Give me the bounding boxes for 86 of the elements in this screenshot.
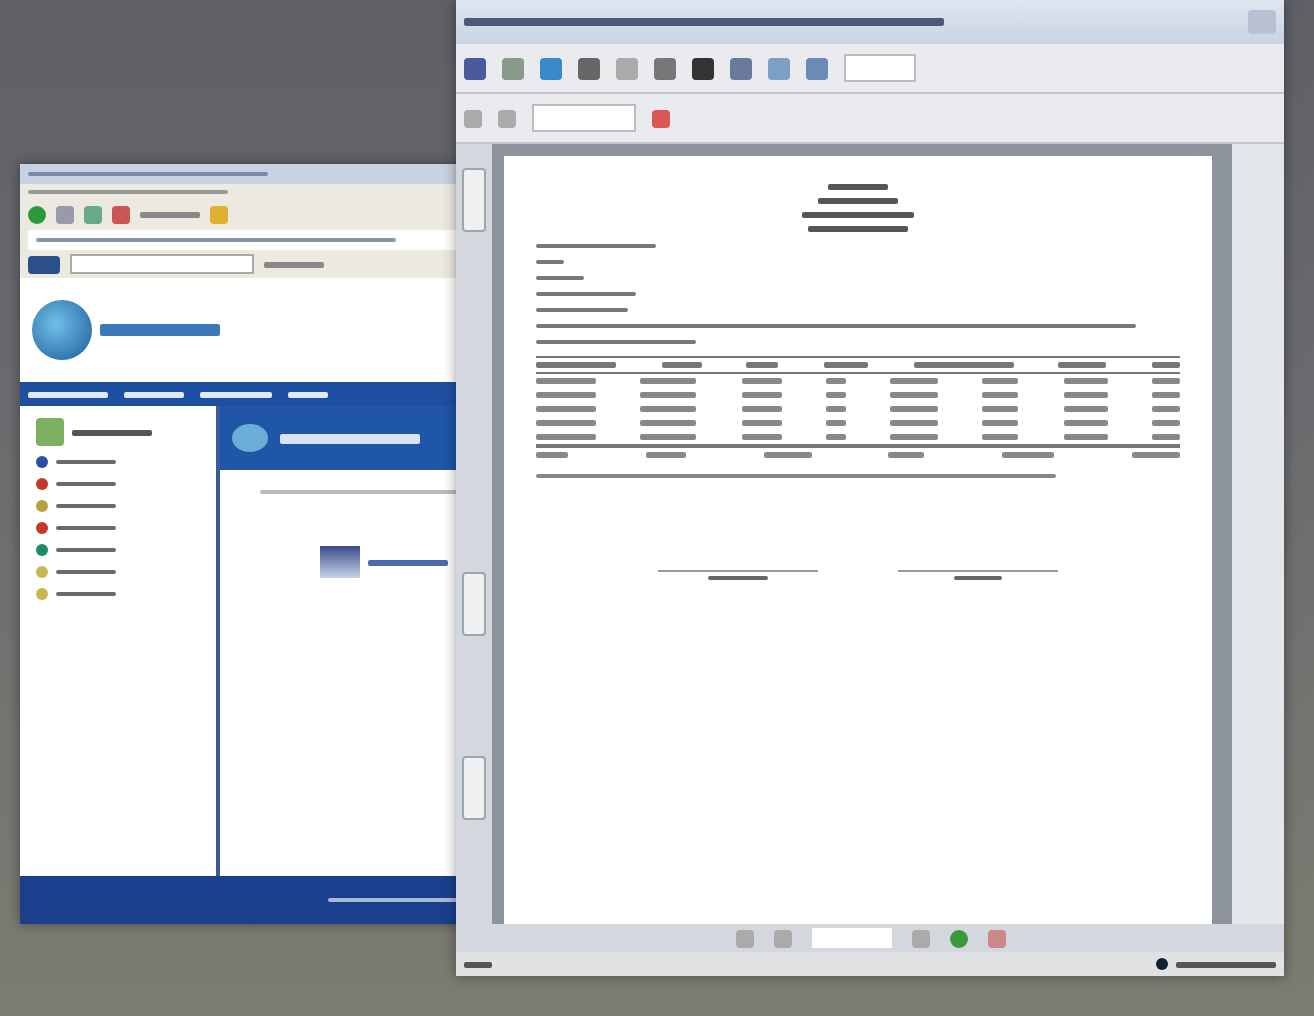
blurred-text [888,452,925,458]
side-tab[interactable] [462,168,486,232]
blurred-text [368,559,448,565]
blurred-text [982,392,1019,398]
blurred-text [1002,452,1055,458]
blurred-text [818,198,898,204]
blurred-text [536,362,616,368]
blurred-text [1176,961,1276,967]
disk-icon [232,424,268,452]
toolbar-icon[interactable] [28,255,60,273]
back-icon[interactable] [28,206,46,224]
blurred-text [1151,362,1180,368]
blurred-text [1151,420,1180,426]
blurred-text [536,452,568,458]
blurred-text [890,406,939,412]
blurred-text [890,420,939,426]
blurred-text [825,392,846,398]
status-icon [1156,958,1168,970]
blurred-text [661,362,702,368]
page-field[interactable] [811,928,891,948]
blurred-text [536,378,596,384]
scrollbar[interactable] [1232,144,1284,924]
blurred-text [825,406,846,412]
blurred-text [645,452,686,458]
toolbar-icon[interactable] [464,57,486,79]
blurred-text [825,378,846,384]
blurred-text [1063,392,1108,398]
blurred-text [264,261,324,267]
blurred-text [124,391,184,397]
blurred-text [1131,452,1180,458]
blurred-text [828,184,888,190]
blurred-text [1151,392,1180,398]
blurred-text [28,391,108,397]
blurred-text [1063,378,1108,384]
blurred-text [982,378,1019,384]
blurred-text [640,434,697,440]
blurred-text [536,392,596,398]
blurred-text [1063,434,1108,440]
blurred-text [982,420,1019,426]
blurred-text [741,420,782,426]
toolbar-icon[interactable] [692,57,714,79]
blurred-text [288,391,328,397]
blurred-text [802,212,914,218]
blurred-text [1063,420,1108,426]
side-tab[interactable] [462,572,486,636]
blurred-text [200,391,272,397]
blurred-text [982,406,1019,412]
globe-logo-icon [32,300,92,360]
blurred-text [825,434,846,440]
blurred-text [536,420,596,426]
blurred-text [140,212,200,218]
toolbar-icon[interactable] [578,57,600,79]
blurred-text [1151,378,1180,384]
blurred-text [808,226,908,232]
blurred-text [640,406,697,412]
blurred-text [536,434,596,440]
blurred-text [72,429,152,435]
blurred-text [890,378,939,384]
blurred-text [982,434,1019,440]
folder-icon[interactable] [210,206,228,224]
blurred-text [1063,406,1108,412]
search-field[interactable] [532,104,636,132]
blurred-text [640,378,697,384]
blurred-text [640,420,697,426]
side-tab[interactable] [462,756,486,820]
blurred-text [280,433,420,443]
blurred-text [464,961,492,967]
blurred-text [746,362,779,368]
blurred-text [1151,434,1180,440]
blurred-text [741,392,782,398]
blurred-text [640,392,697,398]
blurred-text [823,362,868,368]
blurred-text [890,434,939,440]
blurred-text [100,324,220,336]
blurred-text [536,406,596,412]
blurred-text [825,420,846,426]
blurred-text [741,434,782,440]
blurred-text [741,378,782,384]
blurred-text [890,392,939,398]
blurred-text [1151,406,1180,412]
blurred-text [763,452,812,458]
blurred-text [913,362,1014,368]
zoom-field[interactable] [844,54,916,82]
blurred-text [741,406,782,412]
search-field[interactable] [70,254,254,274]
blurred-text [1058,362,1107,368]
